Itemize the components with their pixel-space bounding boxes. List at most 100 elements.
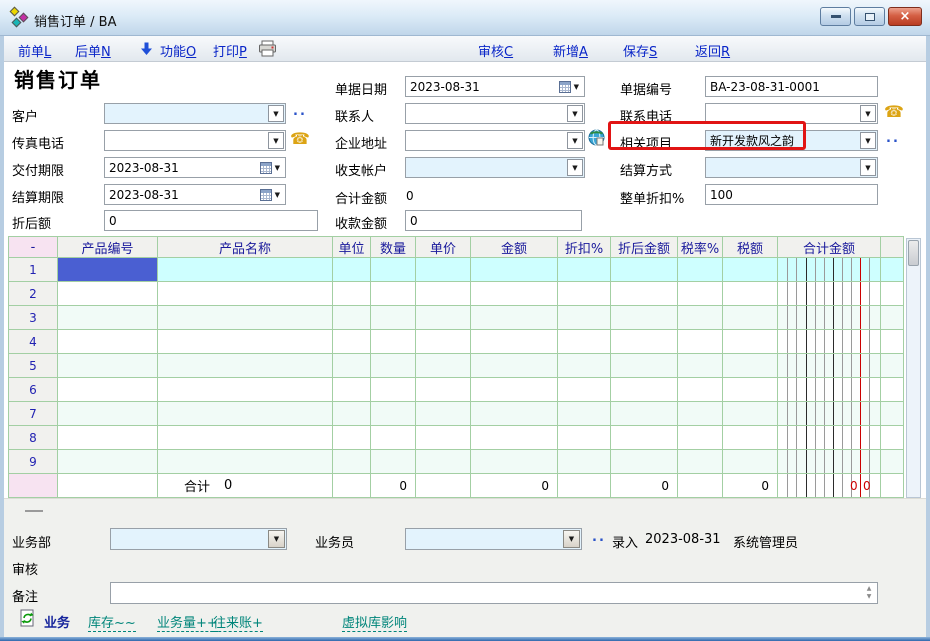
grid-cell-taxrate[interactable] [678, 354, 723, 378]
column-header-unit[interactable]: 单位 [333, 236, 371, 258]
grid-cell-amount[interactable] [471, 282, 558, 306]
grid-cell-name[interactable] [158, 306, 333, 330]
column-header-price[interactable]: 单价 [416, 236, 471, 258]
grid-cell-qty[interactable] [371, 402, 416, 426]
grid-cell-discamt[interactable] [611, 258, 678, 282]
column-header-tax[interactable]: 税额 [723, 236, 778, 258]
grid-cell-total[interactable] [778, 426, 881, 450]
grid-cell-name[interactable] [158, 402, 333, 426]
grid-cell-code[interactable] [58, 282, 158, 306]
grid-cell-taxrate[interactable] [678, 258, 723, 282]
salesperson-combo[interactable]: ▼ [405, 528, 582, 550]
grid-cell-disc[interactable] [558, 306, 611, 330]
grid-cell-qty[interactable] [371, 330, 416, 354]
column-header-taxrate[interactable]: 税率% [678, 236, 723, 258]
grid-cell-unit[interactable] [333, 282, 371, 306]
grid-cell-disc[interactable] [558, 258, 611, 282]
grid-cell-discamt[interactable] [611, 402, 678, 426]
grid-cell-extra[interactable] [881, 354, 904, 378]
grid-cell-price[interactable] [416, 426, 471, 450]
column-header-discamt[interactable]: 折后金额 [611, 236, 678, 258]
minimize-button[interactable] [820, 7, 851, 26]
grid-cell-code[interactable] [58, 450, 158, 474]
chevron-down-icon[interactable]: ▼ [268, 132, 284, 149]
grid-cell-amount[interactable] [471, 450, 558, 474]
grid-cell-price[interactable] [416, 282, 471, 306]
row-number-cell[interactable]: 2 [9, 282, 58, 306]
chevron-down-icon[interactable]: ▼ [268, 105, 284, 122]
spinner-down-icon[interactable]: ▼ [867, 593, 872, 601]
chevron-down-icon[interactable]: ▼ [860, 105, 876, 122]
footer-link-current-account[interactable]: 往来账+ [213, 612, 263, 632]
doc-date-picker[interactable]: 2023-08-31 ▼ [405, 76, 585, 97]
grid-cell-discamt[interactable] [611, 354, 678, 378]
company-address-combo[interactable]: ▼ [405, 130, 585, 151]
toolbar-save[interactable]: 保存S [623, 41, 657, 60]
toolbar-return[interactable]: 返回R [695, 41, 730, 60]
department-combo[interactable]: ▼ [110, 528, 287, 550]
maximize-button[interactable] [854, 7, 885, 26]
grid-cell-extra[interactable] [881, 306, 904, 330]
grid-cell-disc[interactable] [558, 378, 611, 402]
received-amount-input[interactable] [405, 210, 582, 231]
grid-cell-disc[interactable] [558, 402, 611, 426]
spinner-up-icon[interactable]: ▲ [867, 585, 872, 593]
grid-cell-total[interactable] [778, 378, 881, 402]
grid-cell-extra[interactable] [881, 402, 904, 426]
column-header-code[interactable]: 产品编号 [58, 236, 158, 258]
grid-cell-discamt[interactable] [611, 450, 678, 474]
fax-phone-combo[interactable]: ▼ [104, 130, 286, 151]
contact-person-combo[interactable]: ▼ [405, 103, 585, 124]
customer-more-link[interactable]: .. [293, 104, 307, 119]
grid-cell-name[interactable] [158, 426, 333, 450]
grid-cell-qty[interactable] [371, 282, 416, 306]
grid-cell-taxrate[interactable] [678, 282, 723, 306]
toolbar-add-new[interactable]: 新增A [553, 41, 588, 60]
row-number-cell[interactable]: 9 [9, 450, 58, 474]
row-number-cell[interactable]: 7 [9, 402, 58, 426]
grid-cell-name[interactable] [158, 354, 333, 378]
column-header-disc[interactable]: 折扣% [558, 236, 611, 258]
grid-cell-qty[interactable] [371, 378, 416, 402]
grid-cell-discamt[interactable] [611, 378, 678, 402]
row-number-cell[interactable]: 3 [9, 306, 58, 330]
grid-cell-taxrate[interactable] [678, 330, 723, 354]
printer-icon[interactable] [258, 40, 278, 57]
grid-cell-discamt[interactable] [611, 282, 678, 306]
grid-cell-price[interactable] [416, 354, 471, 378]
grid-cell-price[interactable] [416, 378, 471, 402]
settlement-calendar-button[interactable]: ▼ [258, 186, 284, 203]
grid-cell-taxrate[interactable] [678, 378, 723, 402]
splitter-grip[interactable] [25, 510, 43, 512]
grid-cell-disc[interactable] [558, 450, 611, 474]
footer-link-virtual-inventory[interactable]: 虚拟库影响 [342, 612, 407, 632]
grid-cell-qty[interactable] [371, 450, 416, 474]
grid-cell-amount[interactable] [471, 330, 558, 354]
row-number-cell[interactable]: 6 [9, 378, 58, 402]
payment-account-combo[interactable]: ▼ [405, 157, 585, 178]
grid-cell-unit[interactable] [333, 402, 371, 426]
grid-cell-total[interactable] [778, 450, 881, 474]
grid-cell-code[interactable] [58, 354, 158, 378]
grid-cell-discamt[interactable] [611, 426, 678, 450]
chevron-down-icon[interactable]: ▼ [860, 132, 876, 149]
grid-cell-qty[interactable] [371, 306, 416, 330]
grid-cell-unit[interactable] [333, 330, 371, 354]
row-selector-header[interactable]: - [9, 236, 58, 258]
grid-cell-disc[interactable] [558, 354, 611, 378]
grid-cell-tax[interactable] [723, 426, 778, 450]
grid-cell-unit[interactable] [333, 354, 371, 378]
column-header-name[interactable]: 产品名称 [158, 236, 333, 258]
grid-cell-code[interactable] [58, 378, 158, 402]
row-number-cell[interactable]: 4 [9, 330, 58, 354]
grid-cell-name[interactable] [158, 450, 333, 474]
grid-cell-total[interactable] [778, 354, 881, 378]
grid-cell-extra[interactable] [881, 378, 904, 402]
grid-cell-disc[interactable] [558, 330, 611, 354]
column-header-qty[interactable]: 数量 [371, 236, 416, 258]
grid-cell-price[interactable] [416, 330, 471, 354]
settlement-deadline-picker[interactable]: 2023-08-31 ▼ [104, 184, 286, 205]
scrollbar-thumb[interactable] [908, 240, 919, 266]
grid-cell-taxrate[interactable] [678, 426, 723, 450]
delivery-deadline-picker[interactable]: 2023-08-31 ▼ [104, 157, 286, 178]
